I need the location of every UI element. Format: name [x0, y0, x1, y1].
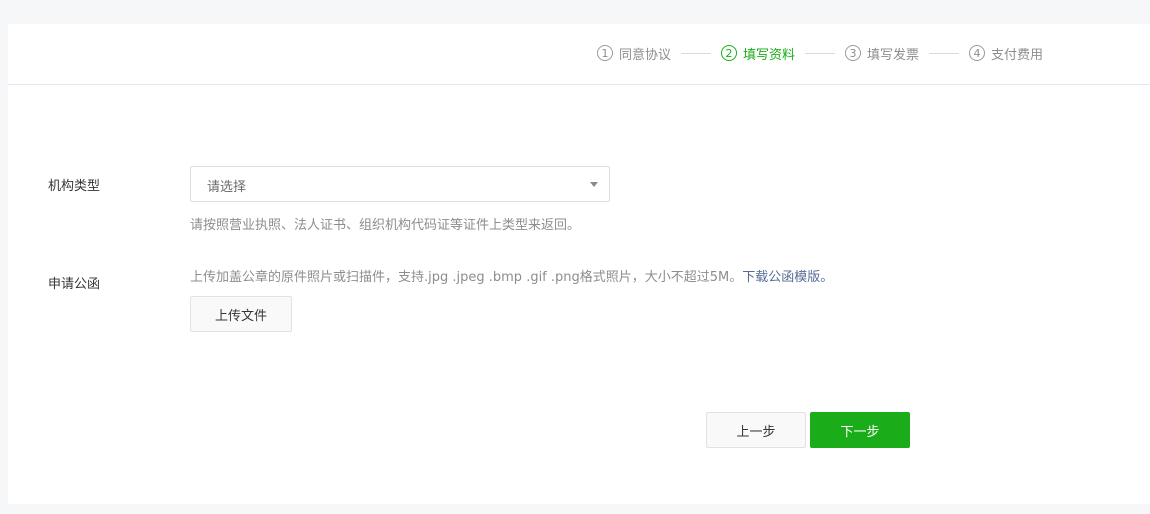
step-payment: 4 支付费用	[968, 44, 1043, 63]
step-fill-info: 2 填写资料	[720, 44, 795, 63]
step-agree: 1 同意协议	[596, 44, 671, 63]
step-connector	[928, 52, 959, 54]
download-template-link[interactable]: 下载公函模版。	[742, 270, 833, 285]
steps: 1 同意协议 2 填写资料 3 填写发票 4 支付费用	[596, 43, 1043, 63]
step-number-1-icon: 1	[596, 45, 613, 61]
step-number-3-icon: 3	[844, 45, 861, 61]
org-type-select[interactable]: 请选择	[190, 166, 610, 202]
org-type-label: 机构类型	[48, 179, 101, 194]
upload-file-button[interactable]: 上传文件	[190, 296, 292, 332]
org-type-hint: 请按照营业执照、法人证书、组织机构代码证等证件上类型来返回。	[190, 218, 581, 233]
letter-hint-row: 上传加盖公章的原件照片或扫描件，支持.jpg .jpeg .bmp .gif .…	[190, 266, 833, 285]
letter-label: 申请公函	[48, 277, 101, 292]
main-card: 1 同意协议 2 填写资料 3 填写发票 4 支付费用 机构类型 请选择 请按照…	[8, 24, 1150, 504]
step-progress-bar: 1 同意协议 2 填写资料 3 填写发票 4 支付费用	[8, 24, 1150, 85]
step-connector	[680, 52, 711, 54]
step-label: 同意协议	[618, 47, 671, 63]
caret-down-icon	[590, 182, 598, 187]
step-invoice: 3 填写发票	[844, 44, 919, 63]
step-number-4-icon: 4	[968, 45, 985, 61]
next-step-button[interactable]: 下一步	[810, 412, 910, 448]
step-number-2-icon: 2	[720, 45, 737, 61]
prev-step-button[interactable]: 上一步	[706, 412, 806, 448]
step-label: 填写资料	[742, 47, 795, 63]
step-connector	[804, 52, 835, 54]
step-label: 支付费用	[990, 47, 1043, 63]
step-label: 填写发票	[866, 47, 919, 63]
letter-hint: 上传加盖公章的原件照片或扫描件，支持.jpg .jpeg .bmp .gif .…	[190, 270, 743, 285]
org-type-placeholder: 请选择	[207, 180, 247, 195]
